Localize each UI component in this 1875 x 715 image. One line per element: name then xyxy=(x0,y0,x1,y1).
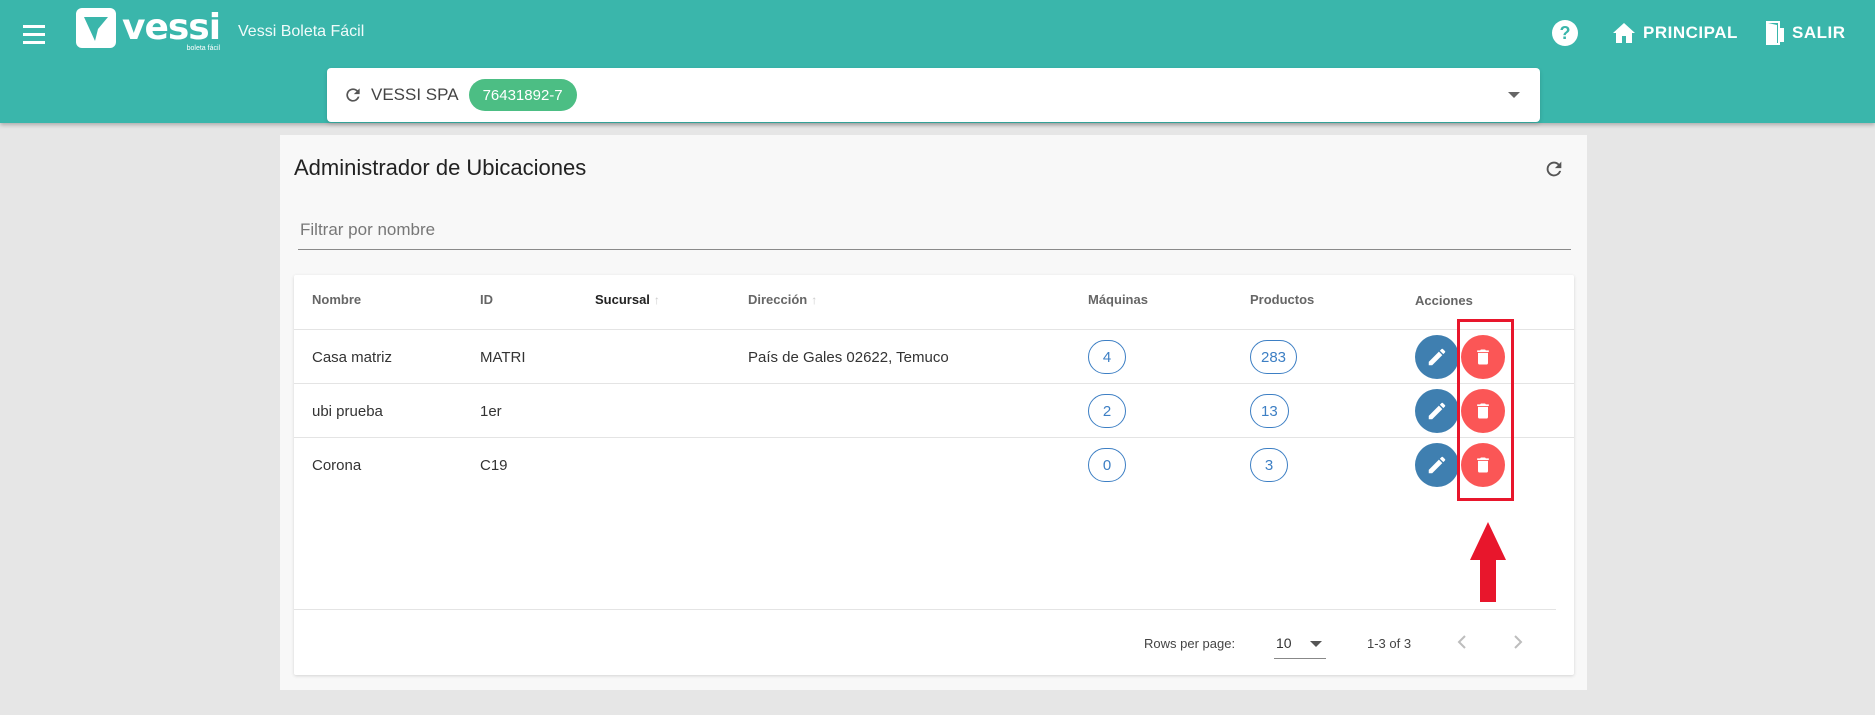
rows-per-page-value: 10 xyxy=(1276,634,1292,651)
edit-button[interactable] xyxy=(1415,335,1459,379)
arrow-up-icon xyxy=(1470,522,1506,602)
refresh-icon[interactable] xyxy=(343,85,363,105)
logo-mark-icon xyxy=(76,8,116,48)
page-title: Administrador de Ubicaciones xyxy=(294,155,587,180)
header-id[interactable]: ID xyxy=(480,292,493,307)
rows-per-page-label: Rows per page: xyxy=(1144,636,1236,651)
app-title: Vessi Boleta Fácil xyxy=(238,23,365,40)
header-sucursal[interactable]: Sucursal ↑ xyxy=(595,292,660,307)
footer-divider xyxy=(294,609,1556,610)
header-direccion[interactable]: Dirección ↑ xyxy=(748,292,817,307)
edit-button[interactable] xyxy=(1415,443,1459,487)
table-row: Corona C19 0 3 xyxy=(294,437,1574,491)
header-direccion-label: Dirección xyxy=(748,292,808,307)
productos-count[interactable]: 13 xyxy=(1250,394,1289,428)
productos-count[interactable]: 3 xyxy=(1250,448,1288,482)
pencil-icon xyxy=(1428,456,1446,474)
cell-id: C19 xyxy=(480,456,508,474)
filter-input[interactable] xyxy=(298,210,1571,250)
locations-card: Administrador de Ubicaciones Nombre ID S… xyxy=(280,135,1587,690)
cell-id: MATRI xyxy=(480,348,526,366)
company-select[interactable]: VESSI SPA 76431892-7 xyxy=(327,68,1540,122)
logo: vessi boleta fácil xyxy=(76,7,221,53)
logo-text: vessi boleta fácil xyxy=(122,7,221,53)
cell-nombre: Corona xyxy=(312,456,362,474)
help-icon[interactable]: ? xyxy=(1552,20,1578,46)
principal-button[interactable]: PRINCIPAL xyxy=(1612,20,1738,46)
chevron-left-icon[interactable] xyxy=(1450,630,1474,654)
locations-table: Nombre ID Sucursal ↑ Dirección ↑ Máquinas … xyxy=(294,275,1574,675)
table-row: ubi prueba 1er 2 13 xyxy=(294,383,1574,437)
logo-subtext: boleta fácil xyxy=(186,45,221,52)
pencil-icon xyxy=(1428,348,1446,366)
annotation-highlight-box xyxy=(1457,319,1514,501)
menu-icon[interactable] xyxy=(20,19,50,49)
maquinas-count[interactable]: 2 xyxy=(1088,394,1126,428)
rut-chip: 76431892-7 xyxy=(468,79,577,111)
company-name: VESSI SPA xyxy=(371,85,459,104)
logo-word: vessi xyxy=(122,7,221,48)
header-productos[interactable]: Productos xyxy=(1250,292,1314,307)
header-nombre[interactable]: Nombre xyxy=(312,292,361,307)
header-acciones: Acciones xyxy=(1415,293,1473,308)
header-maquinas[interactable]: Máquinas xyxy=(1088,292,1148,307)
exit-door-icon xyxy=(1766,21,1784,45)
cell-direccion: País de Gales 02622, Temuco xyxy=(748,348,949,366)
rows-per-page-select[interactable]: 10 xyxy=(1274,627,1326,659)
refresh-icon[interactable] xyxy=(1543,158,1565,180)
sort-arrow-icon: ↑ xyxy=(653,293,660,307)
chevron-down-icon xyxy=(1310,641,1322,647)
header-sucursal-label: Sucursal xyxy=(595,292,650,307)
cell-nombre: ubi prueba xyxy=(312,402,383,420)
salir-button[interactable]: SALIR xyxy=(1765,20,1846,46)
pagination-range: 1-3 of 3 xyxy=(1367,636,1412,651)
principal-label: PRINCIPAL xyxy=(1643,23,1738,42)
pencil-icon xyxy=(1428,402,1446,420)
edit-button[interactable] xyxy=(1415,389,1459,433)
salir-label: SALIR xyxy=(1792,23,1846,42)
home-icon xyxy=(1613,23,1635,43)
sort-arrow-icon: ↑ xyxy=(811,293,818,307)
table-row: Casa matriz MATRI País de Gales 02622, T… xyxy=(294,329,1574,383)
cell-nombre: Casa matriz xyxy=(312,348,393,366)
cell-id: 1er xyxy=(480,402,502,420)
chevron-down-icon[interactable] xyxy=(1508,92,1520,98)
maquinas-count[interactable]: 0 xyxy=(1088,448,1126,482)
maquinas-count[interactable]: 4 xyxy=(1088,340,1126,374)
productos-count[interactable]: 283 xyxy=(1250,340,1298,374)
chevron-right-icon[interactable] xyxy=(1506,630,1530,654)
